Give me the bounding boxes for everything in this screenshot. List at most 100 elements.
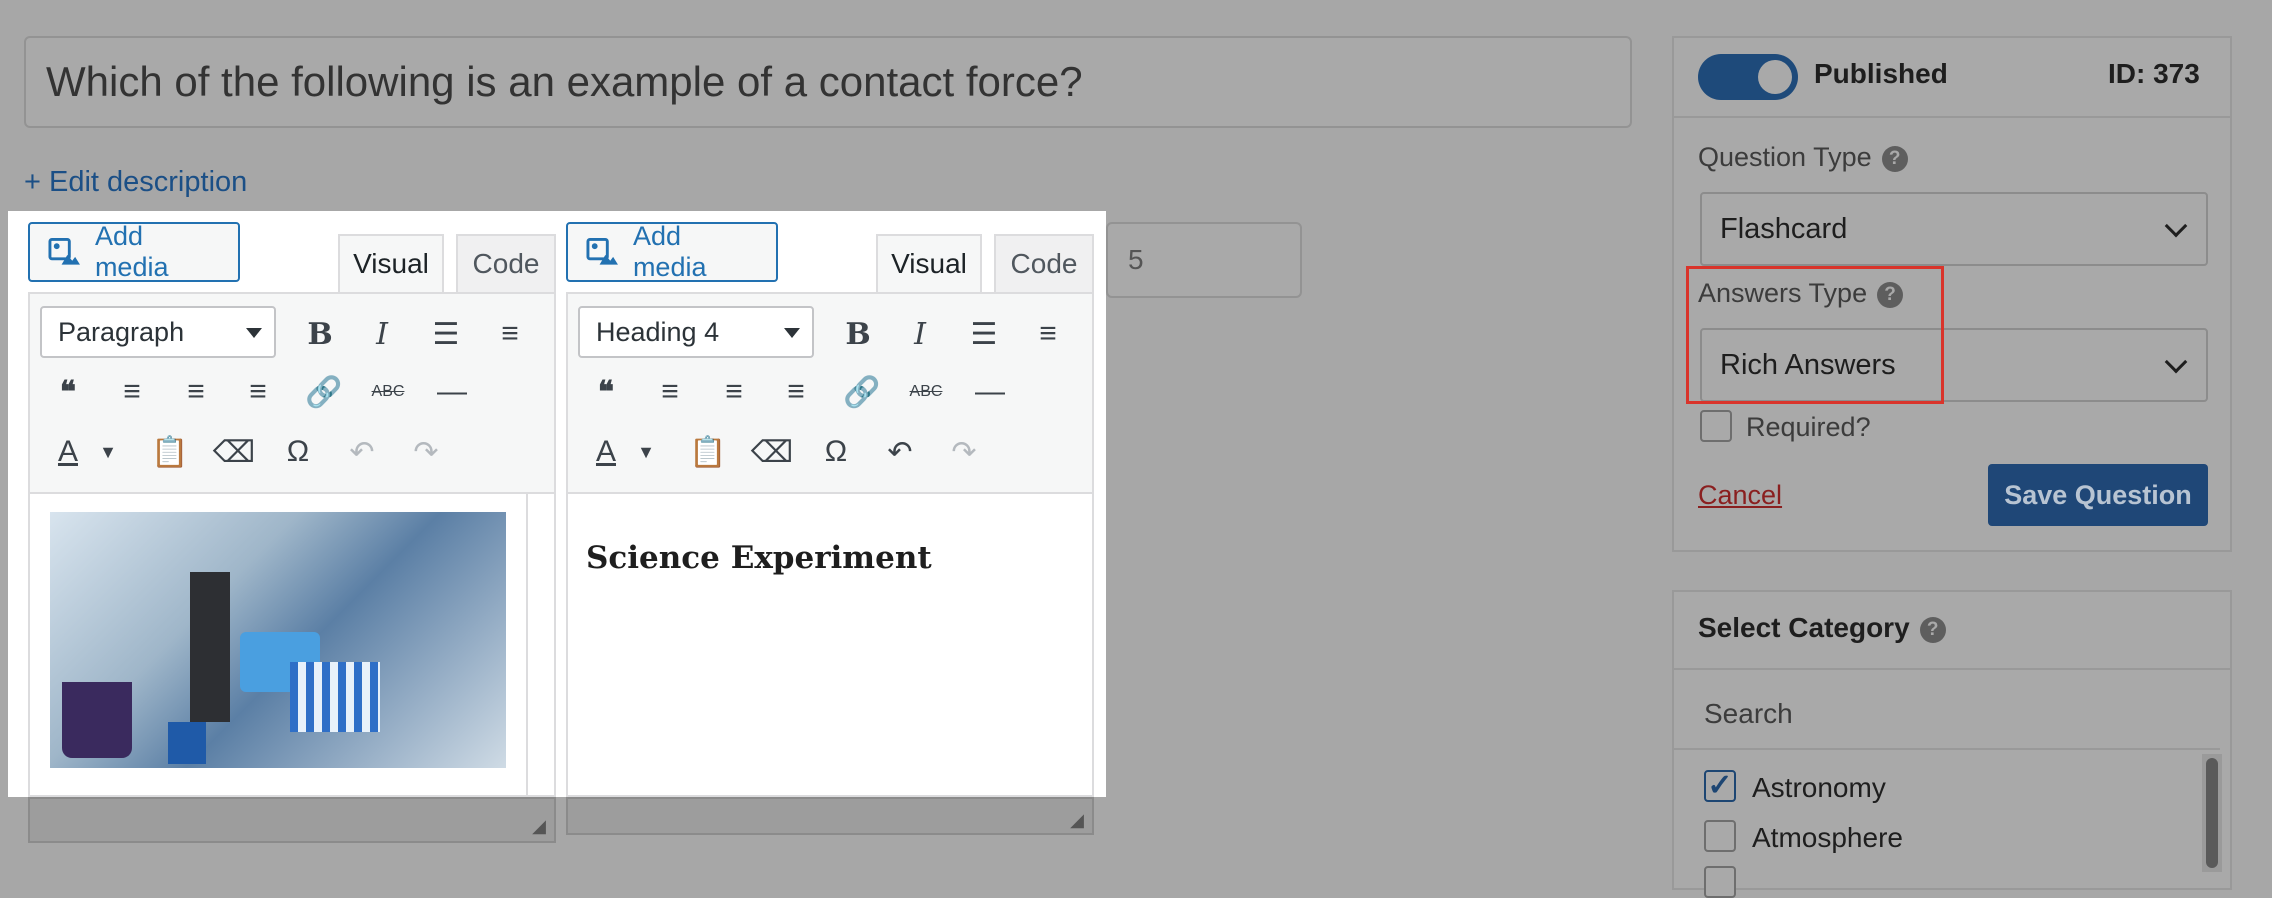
- beaker-shape: [62, 682, 132, 758]
- editor-content-1[interactable]: [30, 492, 554, 797]
- horizontal-rule-icon[interactable]: —: [968, 370, 1012, 414]
- blockquote-icon[interactable]: ❝: [584, 370, 628, 414]
- microscope-shape: [190, 572, 230, 722]
- italic-icon[interactable]: I: [360, 312, 404, 356]
- question-id: ID: 373: [2108, 58, 2200, 89]
- category-title: Select Category?: [1698, 612, 1946, 644]
- category-scrollbar[interactable]: [2202, 754, 2222, 872]
- link-icon[interactable]: 🔗: [302, 370, 346, 414]
- link-icon[interactable]: 🔗: [840, 370, 884, 414]
- question-type-label: Question Type?: [1698, 142, 1908, 173]
- tab-code-1[interactable]: Code: [456, 234, 556, 292]
- paste-text-icon[interactable]: 📋: [148, 430, 192, 474]
- help-icon[interactable]: ?: [1881, 145, 1908, 172]
- divider: [1672, 748, 2220, 750]
- resize-handle-icon[interactable]: ◢: [1070, 810, 1084, 831]
- divider: [1672, 668, 2232, 670]
- format-select-2[interactable]: Heading 4: [578, 306, 814, 358]
- question-title-input[interactable]: Which of the following is an example of …: [24, 36, 1632, 128]
- format-select-1[interactable]: Paragraph: [40, 306, 276, 358]
- text-color-dropdown-icon[interactable]: ▼: [624, 430, 668, 474]
- add-media-button-1[interactable]: Add media: [28, 221, 240, 282]
- bold-icon[interactable]: B: [836, 312, 880, 356]
- text-color-icon[interactable]: A: [46, 430, 90, 474]
- scrollbar-thumb[interactable]: [2206, 758, 2218, 868]
- category-search-input[interactable]: Search: [1704, 698, 1793, 730]
- text-color-icon[interactable]: A: [584, 430, 628, 474]
- category-title-text: Select Category: [1698, 612, 1910, 643]
- required-checkbox[interactable]: [1700, 410, 1732, 442]
- scrollbar-track: [526, 494, 528, 797]
- bold-icon[interactable]: B: [298, 312, 342, 356]
- undo-icon[interactable]: ↶: [878, 430, 922, 474]
- redo-icon[interactable]: ↷: [942, 430, 986, 474]
- format-select-value-2: Heading 4: [596, 316, 720, 347]
- align-left-icon[interactable]: ≡: [648, 370, 692, 414]
- required-label: Required?: [1746, 412, 1871, 442]
- tab-visual-1[interactable]: Visual: [338, 234, 444, 292]
- resize-handle-icon[interactable]: ◢: [532, 816, 546, 837]
- bullet-list-icon[interactable]: ☰: [962, 312, 1006, 356]
- add-media-label-2: Add media: [632, 221, 707, 282]
- chevron-down-icon: [2164, 350, 2188, 374]
- save-question-button[interactable]: Save Question: [1988, 464, 2208, 526]
- bullet-list-icon[interactable]: ☰: [424, 312, 468, 356]
- clear-formatting-icon[interactable]: ⌫: [750, 430, 794, 474]
- special-character-icon[interactable]: Ω: [276, 430, 320, 474]
- editor-content-2[interactable]: Science Experiment: [568, 492, 1092, 795]
- science-image: [50, 512, 506, 768]
- add-media-label-1: Add media: [94, 221, 169, 282]
- cancel-link[interactable]: Cancel: [1698, 480, 1782, 511]
- horizontal-rule-icon[interactable]: —: [430, 370, 474, 414]
- status-label: Published: [1814, 58, 1948, 89]
- published-toggle[interactable]: [1698, 54, 1798, 100]
- editor-2-resize-bar: ◢: [566, 797, 1094, 835]
- strikethrough-icon[interactable]: ABC: [366, 370, 410, 414]
- italic-icon[interactable]: I: [898, 312, 942, 356]
- align-center-icon[interactable]: ≡: [712, 370, 756, 414]
- tab-visual-2[interactable]: Visual: [876, 234, 982, 292]
- category-checkbox-atmosphere[interactable]: [1704, 820, 1736, 852]
- clear-formatting-icon[interactable]: ⌫: [212, 430, 256, 474]
- question-type-label-text: Question Type: [1698, 142, 1872, 172]
- toggle-knob: [1758, 60, 1792, 94]
- align-left-icon[interactable]: ≡: [110, 370, 154, 414]
- highlight-box: [1686, 266, 1944, 404]
- align-center-icon[interactable]: ≡: [174, 370, 218, 414]
- tab-code-2[interactable]: Code: [994, 234, 1094, 292]
- numbered-list-icon[interactable]: ≡: [1026, 312, 1070, 356]
- editor-1-resize-bar: ◢: [28, 797, 556, 843]
- points-input[interactable]: 5: [1106, 222, 1302, 298]
- undo-icon[interactable]: ↶: [340, 430, 384, 474]
- category-label-astronomy: Astronomy: [1752, 772, 1886, 803]
- question-type-select[interactable]: Flashcard: [1700, 192, 2208, 266]
- add-media-button-2[interactable]: Add media: [566, 221, 778, 282]
- text-color-dropdown-icon[interactable]: ▼: [86, 430, 130, 474]
- chevron-down-icon: [2164, 214, 2188, 238]
- edit-description-link[interactable]: + Edit description: [24, 166, 247, 199]
- category-label-atmosphere: Atmosphere: [1752, 822, 1903, 853]
- help-icon[interactable]: ?: [1919, 616, 1946, 643]
- question-title-text: Which of the following is an example of …: [46, 58, 1083, 105]
- editor-1: Paragraph B I ☰ ≡ ❝ ≡ ≡ ≡ 🔗 ABC — A ▼ 📋 …: [28, 292, 556, 797]
- category-checkbox-next[interactable]: [1704, 866, 1736, 898]
- media-icon: [48, 237, 80, 265]
- test-tubes-shape: [290, 662, 380, 732]
- align-right-icon[interactable]: ≡: [236, 370, 280, 414]
- align-right-icon[interactable]: ≡: [774, 370, 818, 414]
- special-character-icon[interactable]: Ω: [814, 430, 858, 474]
- redo-icon[interactable]: ↷: [404, 430, 448, 474]
- flask-shape: [168, 722, 206, 764]
- numbered-list-icon[interactable]: ≡: [488, 312, 532, 356]
- strikethrough-icon[interactable]: ABC: [904, 370, 948, 414]
- question-type-value: Flashcard: [1720, 212, 1848, 245]
- blockquote-icon[interactable]: ❝: [46, 370, 90, 414]
- divider: [1672, 116, 2232, 118]
- paste-text-icon[interactable]: 📋: [686, 430, 730, 474]
- chevron-down-icon: [784, 328, 800, 338]
- category-checkbox-astronomy[interactable]: [1704, 770, 1736, 802]
- media-icon: [586, 237, 618, 265]
- editor-2: Heading 4 B I ☰ ≡ ❝ ≡ ≡ ≡ 🔗 ABC — A ▼ 📋 …: [566, 292, 1094, 797]
- format-select-value-1: Paragraph: [58, 316, 185, 347]
- chevron-down-icon: [246, 328, 262, 338]
